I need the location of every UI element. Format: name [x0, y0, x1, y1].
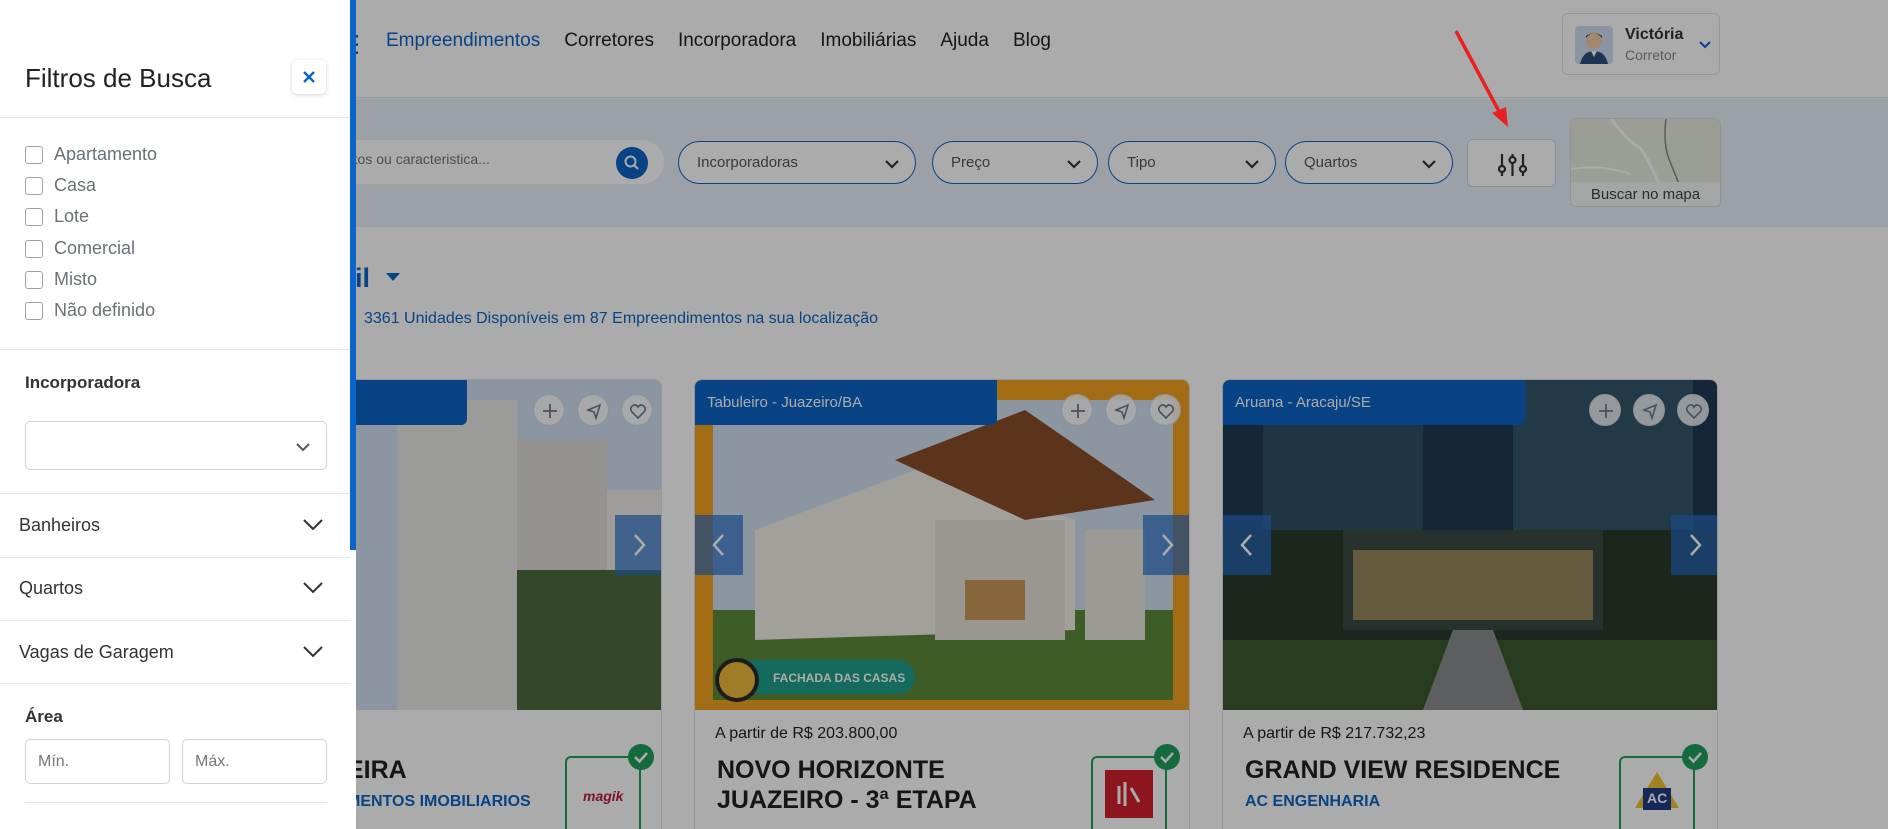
type-label: Apartamento [54, 144, 158, 164]
type-label: Não definido [54, 300, 156, 320]
accordion-label: Banheiros [19, 515, 101, 535]
divider [0, 117, 350, 118]
area-max-input[interactable] [182, 739, 327, 784]
checkbox[interactable] [25, 270, 43, 289]
panel-scrollbar-track[interactable] [350, 550, 356, 829]
type-option-nao-definido[interactable]: Não definido [25, 300, 155, 321]
accordion-label: Vagas de Garagem [19, 642, 174, 662]
search-filters-panel: Filtros de Busca Apartamento Casa Lote C… [0, 0, 350, 829]
type-option-comercial[interactable]: Comercial [25, 238, 135, 259]
type-label: Comercial [54, 238, 136, 258]
type-label: Casa [54, 175, 97, 195]
type-option-misto[interactable]: Misto [25, 269, 97, 290]
close-icon [303, 71, 315, 83]
checkbox[interactable] [25, 301, 43, 320]
checkbox[interactable] [25, 145, 43, 164]
type-option-lote[interactable]: Lote [25, 206, 89, 227]
panel-title: Filtros de Busca [25, 63, 212, 93]
area-label: Área [25, 707, 63, 726]
chevron-down-icon [303, 519, 323, 531]
close-button[interactable] [292, 60, 326, 94]
type-option-casa[interactable]: Casa [25, 175, 96, 196]
checkbox[interactable] [25, 176, 43, 195]
divider [0, 349, 350, 350]
chevron-down-icon [296, 443, 310, 452]
divider [25, 802, 327, 803]
checkbox[interactable] [25, 239, 43, 258]
accordion-vagas-de-garagem[interactable]: Vagas de Garagem [0, 621, 350, 684]
type-label: Lote [54, 206, 90, 226]
chevron-down-icon [303, 646, 323, 658]
area-min-input[interactable] [25, 739, 170, 784]
accordion-label: Quartos [19, 578, 84, 598]
annotation-arrow-icon [1454, 30, 1508, 127]
chevron-down-icon [303, 582, 323, 594]
divider [0, 683, 350, 684]
type-label: Misto [54, 269, 98, 289]
incorporadora-label: Incorporadora [25, 373, 141, 392]
accordion-quartos[interactable]: Quartos [0, 557, 350, 620]
accordion-banheiros[interactable]: Banheiros [0, 494, 350, 557]
type-option-apartamento[interactable]: Apartamento [25, 144, 157, 165]
checkbox[interactable] [25, 207, 43, 226]
incorporadora-select[interactable] [25, 421, 327, 470]
